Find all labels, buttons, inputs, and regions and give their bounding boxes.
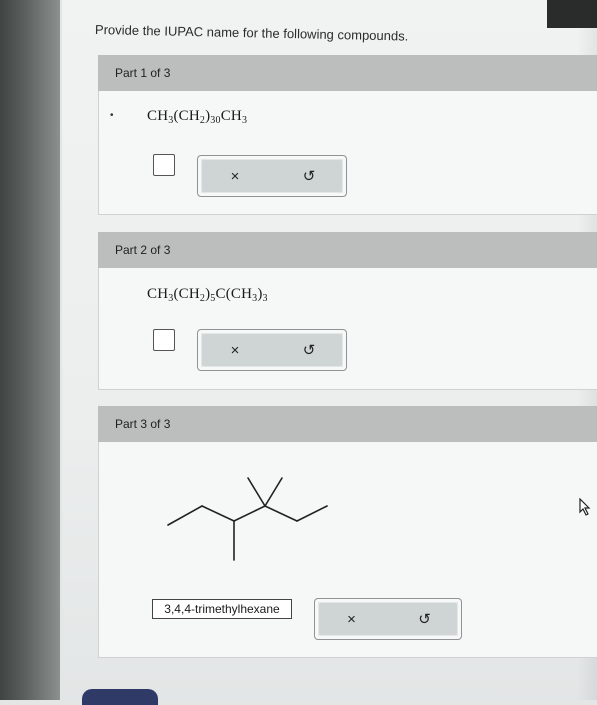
skeletal-structure [167,477,328,561]
part-2-button-group: × ↺ [197,329,347,371]
bond [167,505,203,526]
part-1-header: Part 1 of 3 [98,55,597,91]
bottom-action-button[interactable] [82,689,158,705]
bond [264,505,298,522]
part-1-reset-button[interactable]: ↺ [272,156,346,196]
part-2-clear-button[interactable]: × [198,330,272,370]
part-3-header: Part 3 of 3 [98,406,597,442]
part-3-clear-button[interactable]: × [315,599,388,639]
undo-icon: ↺ [302,342,316,359]
part-2-header: Part 2 of 3 [98,232,597,268]
bond [201,505,235,522]
undo-icon: ↺ [418,611,431,628]
part-3-answer-field[interactable]: 3,4,4-trimethylhexane [152,599,292,619]
part-1-formula: CH3(CH2)30CH3 [147,108,248,126]
close-icon: × [347,610,356,628]
bond [264,477,283,507]
part-3-reset-button[interactable]: ↺ [388,599,461,639]
undo-icon: ↺ [302,168,316,185]
part-3-button-group: × ↺ [314,598,462,640]
part-1-label: Part 1 of 3 [115,66,171,80]
mouse-cursor-icon [579,498,591,516]
bond [247,477,266,507]
part-1-checkbox[interactable] [153,154,175,176]
part-1-button-group: × ↺ [197,155,347,197]
bond [296,505,328,522]
part-2-label: Part 2 of 3 [115,243,171,257]
photo-left-edge [0,0,60,700]
close-icon: × [230,341,240,359]
close-icon: × [230,167,240,185]
bond [233,505,266,522]
part-3-label: Part 3 of 3 [115,417,171,431]
part-2-formula: CH3(CH2)5C(CH3)3 [147,286,268,304]
bullet-dot: • [110,110,114,121]
part-2-reset-button[interactable]: ↺ [272,330,346,370]
part-1-clear-button[interactable]: × [198,156,272,196]
part-2-checkbox[interactable] [153,329,175,351]
